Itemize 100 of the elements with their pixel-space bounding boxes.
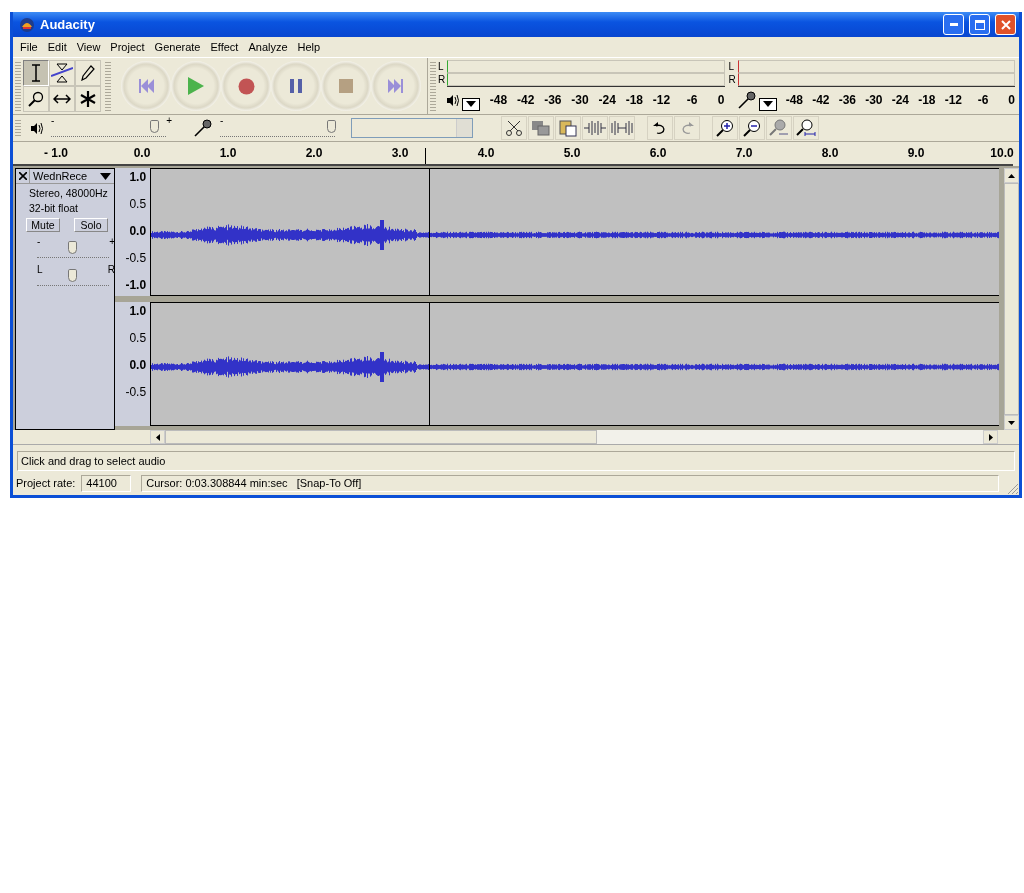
meter-scale-label: 0 [1007,93,1015,107]
scale-label: 0.0 [129,358,147,372]
minimize-button[interactable] [943,14,964,35]
microphone-icon [737,91,756,109]
edit-button[interactable] [739,116,765,140]
meter-scale-label: -24 [890,93,909,107]
scale-label: 0.5 [129,197,147,211]
zoom-in-icon [716,119,734,137]
ruler-label: 5.0 [563,146,581,160]
meter-scale-label: -6 [685,93,698,107]
ruler-label: 10.0 [990,146,1014,160]
menu-item[interactable]: View [71,41,106,53]
asterisk-icon [80,91,96,107]
menu-item[interactable]: Analyze [243,41,293,53]
meter-scale-label: -6 [976,93,989,107]
skip-to-end-icon [388,79,404,93]
edit-button[interactable] [501,116,527,140]
record-icon [237,77,255,95]
dropdown-icon [762,101,773,107]
transport-button[interactable] [121,61,171,111]
tool-button[interactable] [23,86,49,112]
scroll-left-button[interactable] [150,430,165,444]
maximize-icon [974,19,985,30]
track-info: Stereo, 48000Hz [28,187,109,199]
clipboard-icon [559,119,577,137]
slider-track [37,255,109,258]
scale-label: -0.5 [125,251,147,265]
tool-button[interactable] [75,86,101,112]
menu-item[interactable]: Project [105,41,150,53]
meter-scale-label: -36 [543,93,562,107]
scroll-up-button[interactable] [1004,168,1019,183]
tool-button[interactable] [23,60,49,86]
horizontal-scrollbar[interactable] [150,430,998,444]
slider-thumb[interactable] [149,120,159,133]
solo-button[interactable]: Solo [74,218,108,232]
edit-button[interactable] [793,116,819,140]
menu-item[interactable]: Help [292,41,326,53]
edit-button[interactable] [647,116,673,140]
meter-menu-button[interactable] [462,97,480,111]
scroll-right-button[interactable] [983,430,998,444]
meter-menu-button[interactable] [758,97,777,111]
ruler-label: 2.0 [305,146,323,160]
ruler-label: - 1.0 [44,146,68,160]
copy-icon [531,120,551,136]
menu-item[interactable]: Effect [205,41,244,53]
ruler-label: 7.0 [735,146,753,160]
down-arrow-icon [1008,420,1016,425]
slider-thumb[interactable] [68,241,77,254]
edit-button[interactable] [712,116,738,140]
transport-button[interactable] [371,61,421,111]
scale-label: 0.0 [129,224,147,238]
minimize-icon [949,23,958,26]
scale-label: 1.0 [129,304,147,318]
meter-scale-label: -24 [597,93,616,107]
channel-label: R [438,74,447,85]
tool-button[interactable] [49,86,75,112]
menu-item[interactable]: Edit [42,41,72,53]
close-icon [1000,19,1011,30]
close-button[interactable] [995,14,1016,35]
transport-button[interactable] [221,61,271,111]
slider-thumb[interactable] [326,120,336,133]
trim-icon [584,121,606,135]
transport-button[interactable] [271,61,321,111]
meter-scale-label: -18 [624,93,644,107]
menu-item[interactable]: File [15,41,43,53]
app-icon [19,16,35,33]
channel-label: L [728,61,736,72]
play-icon [188,77,204,95]
status-message: Click and drag to select audio [17,451,1015,471]
magnifier-icon [28,91,44,107]
undo-icon [653,122,667,134]
meter-scale-label: -36 [837,93,856,107]
ruler-label: 4.0 [477,146,495,160]
pencil-icon [81,65,95,81]
ruler-label: 0.0 [133,146,151,160]
channel-label: R [728,74,737,85]
menu-item[interactable]: Generate [149,41,206,53]
channel-label: L [438,61,445,72]
meter-scale-label: -42 [811,93,830,107]
meter-scale-label: -30 [570,93,589,107]
ruler-label: 3.0 [391,146,409,160]
dropdown-icon [466,101,476,107]
meter-scale-label: -12 [651,93,671,107]
tool-button[interactable] [75,60,101,86]
mute-button[interactable]: Mute [26,218,60,232]
slider-thumb[interactable] [68,269,77,282]
project-rate-label: Project rate: [16,477,76,489]
project-rate-field[interactable]: 44100 [81,474,132,492]
track-info: 32-bit float [28,202,80,214]
pause-icon [290,79,302,93]
meter-scale-label: 0 [716,93,725,107]
fit-project-icon [796,119,816,137]
vertical-scrollbar[interactable] [1004,168,1019,430]
left-arrow-icon [155,433,160,441]
slider-max-label: R [107,264,115,275]
scroll-down-button[interactable] [1004,415,1019,430]
envelope-icon [51,63,73,83]
tool-button[interactable] [49,60,75,86]
input-source-dropdown[interactable] [351,118,473,138]
maximize-button[interactable] [969,14,990,35]
